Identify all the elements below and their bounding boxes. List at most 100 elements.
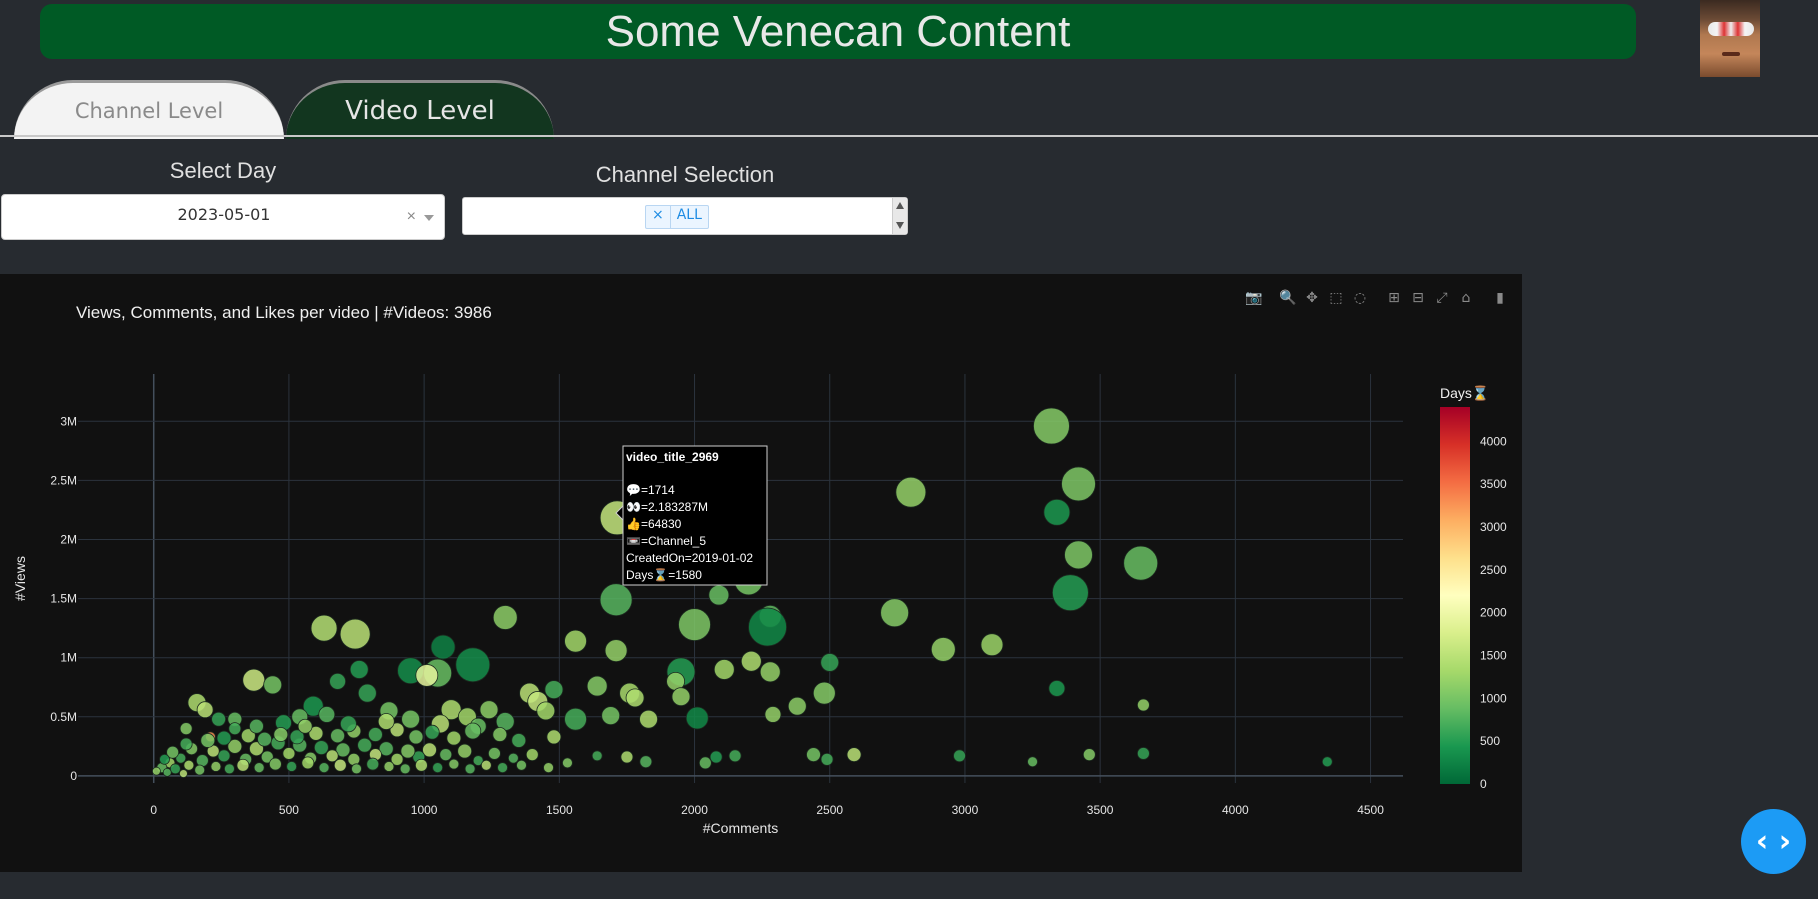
data-point[interactable]: [1061, 466, 1096, 502]
data-point[interactable]: [1027, 756, 1038, 768]
data-point[interactable]: [511, 733, 527, 748]
data-point[interactable]: [639, 755, 653, 769]
clear-icon[interactable]: ×: [407, 208, 416, 226]
arrow-up-icon[interactable]: [896, 202, 904, 209]
data-point[interactable]: [347, 752, 361, 766]
zoom-out-icon[interactable]: ⊟: [1408, 288, 1428, 308]
data-point[interactable]: [625, 688, 645, 708]
tag-remove-icon[interactable]: ×: [646, 206, 671, 228]
data-point[interactable]: [401, 709, 421, 729]
data-point[interactable]: [1064, 540, 1093, 570]
data-point[interactable]: [330, 728, 345, 744]
data-point[interactable]: [787, 696, 807, 716]
data-point[interactable]: [698, 756, 712, 770]
data-point[interactable]: [415, 758, 428, 772]
data-point[interactable]: [152, 766, 161, 776]
data-point[interactable]: [200, 733, 216, 748]
data-point[interactable]: [282, 747, 296, 760]
data-point[interactable]: [297, 718, 313, 734]
data-point[interactable]: [685, 706, 709, 730]
data-point[interactable]: [479, 700, 499, 720]
data-point[interactable]: [383, 761, 395, 772]
data-point[interactable]: [351, 763, 362, 775]
data-point[interactable]: [953, 749, 966, 763]
data-point[interactable]: [812, 681, 836, 705]
data-point[interactable]: [310, 614, 338, 642]
data-point[interactable]: [339, 618, 371, 650]
data-point[interactable]: [930, 637, 956, 662]
data-point[interactable]: [564, 707, 587, 731]
data-point[interactable]: [399, 763, 411, 775]
zoom-in-icon[interactable]: ⊞: [1384, 288, 1404, 308]
data-point[interactable]: [806, 747, 821, 763]
data-point[interactable]: [1137, 747, 1150, 760]
data-point[interactable]: [759, 661, 781, 683]
data-point[interactable]: [268, 757, 282, 771]
data-point[interactable]: [408, 729, 424, 745]
tab-video-level[interactable]: Video Level: [286, 80, 554, 139]
data-point[interactable]: [457, 743, 473, 759]
data-point[interactable]: [497, 762, 508, 774]
data-point[interactable]: [709, 750, 723, 764]
lasso-icon[interactable]: ◌: [1350, 288, 1370, 308]
data-point[interactable]: [464, 722, 482, 740]
data-point[interactable]: [764, 706, 782, 723]
data-point[interactable]: [464, 763, 476, 775]
data-point[interactable]: [357, 683, 377, 703]
data-point[interactable]: [228, 722, 242, 736]
data-point[interactable]: [480, 759, 492, 771]
data-point[interactable]: [1137, 698, 1150, 712]
tab-channel-level[interactable]: Channel Level: [14, 80, 284, 139]
reset-axes-icon[interactable]: ⌂: [1456, 288, 1476, 308]
data-point[interactable]: [159, 753, 170, 765]
autoscale-icon[interactable]: ⤢: [1432, 288, 1452, 308]
data-point[interactable]: [183, 759, 195, 771]
data-point[interactable]: [249, 718, 264, 734]
data-point[interactable]: [1082, 748, 1096, 762]
data-point[interactable]: [318, 762, 330, 774]
data-point[interactable]: [313, 740, 329, 755]
data-point[interactable]: [318, 706, 336, 723]
data-point[interactable]: [179, 722, 193, 736]
data-point[interactable]: [333, 758, 347, 772]
pan-icon[interactable]: ✥: [1302, 288, 1322, 308]
data-point[interactable]: [242, 668, 266, 692]
data-point[interactable]: [273, 727, 289, 742]
data-point[interactable]: [253, 762, 265, 774]
data-point[interactable]: [179, 737, 193, 751]
data-point[interactable]: [543, 762, 554, 774]
data-point[interactable]: [424, 724, 440, 740]
data-point[interactable]: [432, 762, 444, 774]
data-point[interactable]: [671, 687, 691, 707]
data-point[interactable]: [546, 729, 562, 745]
data-point[interactable]: [713, 659, 735, 680]
data-point[interactable]: [224, 763, 235, 775]
data-point[interactable]: [430, 634, 456, 660]
data-point[interactable]: [368, 727, 383, 742]
data-point[interactable]: [591, 750, 603, 762]
data-point[interactable]: [400, 743, 416, 759]
data-point[interactable]: [880, 598, 910, 628]
data-point[interactable]: [604, 639, 628, 663]
data-point[interactable]: [263, 675, 283, 695]
data-point[interactable]: [488, 747, 501, 760]
data-point[interactable]: [196, 701, 214, 719]
data-point[interactable]: [678, 608, 711, 642]
data-point[interactable]: [895, 476, 927, 508]
data-point[interactable]: [446, 730, 462, 746]
data-point[interactable]: [340, 715, 357, 733]
data-point[interactable]: [507, 752, 519, 764]
data-point[interactable]: [439, 748, 453, 762]
data-point[interactable]: [448, 758, 460, 770]
data-point[interactable]: [562, 757, 573, 769]
data-point[interactable]: [415, 664, 439, 687]
data-point[interactable]: [1051, 574, 1089, 612]
data-point[interactable]: [194, 764, 206, 776]
data-point[interactable]: [564, 629, 587, 653]
data-point[interactable]: [366, 757, 380, 771]
data-point[interactable]: [492, 727, 508, 742]
data-point[interactable]: [162, 767, 172, 777]
data-point[interactable]: [601, 706, 621, 726]
data-point[interactable]: [217, 749, 231, 763]
data-point[interactable]: [748, 607, 787, 647]
